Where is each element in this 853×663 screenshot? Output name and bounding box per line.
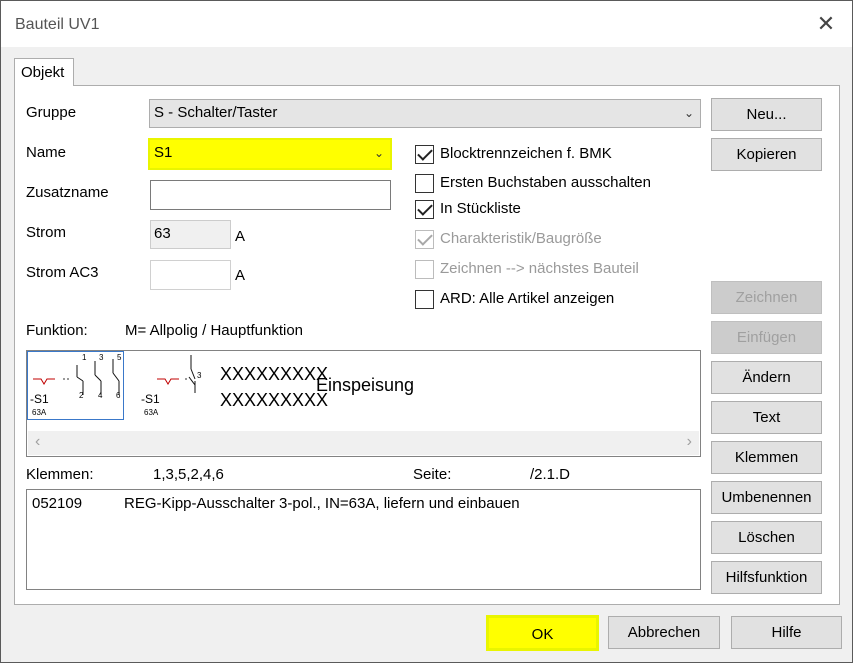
pin-label: 5 <box>117 353 122 362</box>
name-value: S1 <box>154 144 173 161</box>
checkbox-box[interactable] <box>415 174 434 193</box>
funktion-label: Funktion: <box>26 322 88 339</box>
checkbox-label: Blocktrennzeichen f. BMK <box>440 145 612 162</box>
umbenennen-button[interactable]: Umbenennen <box>711 481 822 514</box>
symbol1-bmk: -S1 <box>30 392 49 406</box>
symbol1-rating: 63A <box>32 408 47 417</box>
kopieren-button[interactable]: Kopieren <box>711 138 822 171</box>
checkbox-label: Ersten Buchstaben ausschalten <box>440 174 651 191</box>
gruppe-value: S - Schalter/Taster <box>154 104 278 121</box>
article-description: REG-Kipp-Ausschalter 3-pol., IN=63A, lie… <box>124 495 520 512</box>
pin-label: 6 <box>116 391 121 400</box>
checkbox-box[interactable] <box>415 260 434 279</box>
name-label: Name <box>26 144 67 161</box>
checkbox-box[interactable] <box>415 145 434 164</box>
close-icon[interactable]: ✕ <box>809 9 843 39</box>
article-number: 052109 <box>32 495 83 512</box>
einfuegen-button[interactable]: Einfügen <box>711 321 822 354</box>
pin-label: 3 <box>197 371 202 380</box>
zusatzname-input[interactable] <box>150 180 391 210</box>
checkbox-label: ARD: Alle Artikel anzeigen <box>440 290 615 307</box>
strom-label: Strom <box>26 224 67 241</box>
preview-text-line1: XXXXXXXXX <box>220 364 329 384</box>
zeichnen-button[interactable]: Zeichnen <box>711 281 822 314</box>
symbol2-rating: 63A <box>144 408 159 417</box>
tab-objekt[interactable]: Objekt <box>14 58 74 86</box>
aendern-button[interactable]: Ändern <box>711 361 822 394</box>
text-button[interactable]: Text <box>711 401 822 434</box>
funktion-value: M= Allpolig / Hauptfunktion <box>125 322 304 339</box>
symbol2-bmk: -S1 <box>141 392 160 406</box>
hilfe-button[interactable]: Hilfe <box>731 616 842 649</box>
strom-ac3-input[interactable] <box>150 260 231 290</box>
chevron-down-icon: ⌄ <box>373 146 384 160</box>
gruppe-label: Gruppe <box>26 104 77 121</box>
symbol-preview[interactable]: 1 3 5 2 4 6 -S1 63A 3 -S1 63A XXXXXXXXX … <box>26 350 701 457</box>
preview-text-line2: XXXXXXXXX <box>220 390 329 410</box>
hilfsfunktion-button[interactable]: Hilfsfunktion <box>711 561 822 594</box>
seite-label: Seite: <box>413 466 452 483</box>
strom-unit: A <box>235 228 246 245</box>
klemmen-button[interactable]: Klemmen <box>711 441 822 474</box>
dialog-window: Bauteil UV1 ✕ Objekt Gruppe S - Schalter… <box>0 0 853 663</box>
scroll-left-icon[interactable]: ‹ <box>35 433 40 451</box>
pin-label: 1 <box>82 353 87 362</box>
pin-label: 3 <box>99 353 104 362</box>
checkbox-box[interactable] <box>415 290 434 309</box>
name-select[interactable]: S1 ⌄ <box>148 138 392 170</box>
article-list[interactable]: 052109 REG-Kipp-Ausschalter 3-pol., IN=6… <box>26 489 701 590</box>
pin-label: 4 <box>98 391 103 400</box>
preview-text-label: Einspeisung <box>316 375 415 395</box>
neu-button[interactable]: Neu... <box>711 98 822 131</box>
seite-value: /2.1.D <box>530 466 571 483</box>
strom-input[interactable]: 63 <box>150 220 231 249</box>
strom-ac3-label: Strom AC3 <box>26 264 99 281</box>
scroll-right-icon[interactable]: › <box>687 433 692 451</box>
klemmen-label: Klemmen: <box>26 466 94 483</box>
horizontal-scrollbar[interactable]: ‹ › <box>28 431 699 455</box>
klemmen-value: 1,3,5,2,4,6 <box>153 466 224 483</box>
abbrechen-button[interactable]: Abbrechen <box>608 616 720 649</box>
checkbox-box[interactable] <box>415 230 434 249</box>
zusatzname-label: Zusatzname <box>26 184 109 201</box>
checkbox-label: In Stückliste <box>440 200 521 217</box>
ok-button[interactable]: OK <box>486 615 599 651</box>
gruppe-select[interactable]: S - Schalter/Taster ⌄ <box>149 99 701 128</box>
checkbox-label: Zeichnen --> nächstes Bauteil <box>440 260 639 277</box>
title-bar: Bauteil UV1 ✕ <box>1 1 852 47</box>
pin-label: 2 <box>79 391 84 400</box>
checkbox-label: Charakteristik/Baugröße <box>440 230 602 247</box>
loeschen-button[interactable]: Löschen <box>711 521 822 554</box>
checkbox-box[interactable] <box>415 200 434 219</box>
window-title: Bauteil UV1 <box>15 16 100 33</box>
strom-ac3-unit: A <box>235 267 246 284</box>
chevron-down-icon: ⌄ <box>683 106 694 120</box>
